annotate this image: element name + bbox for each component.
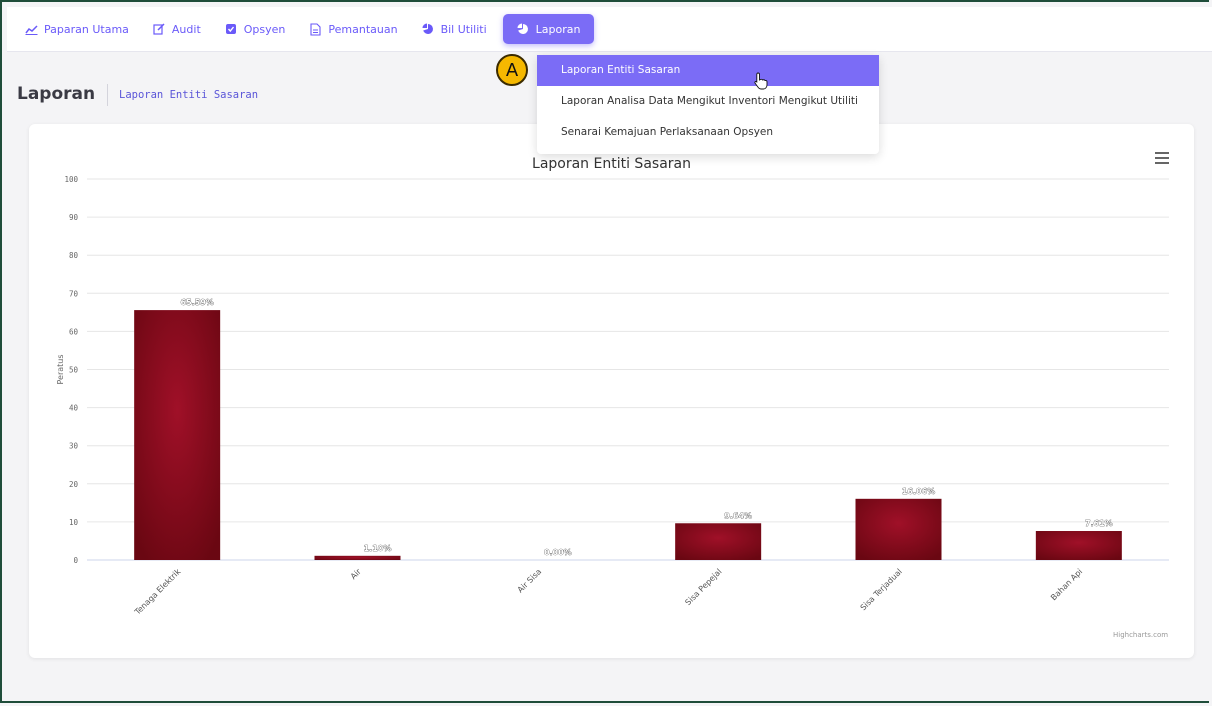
bar (855, 498, 942, 560)
x-tick-label: Sisa Pepejal (683, 567, 723, 607)
bar (675, 523, 762, 560)
page-title: Laporan (17, 84, 96, 104)
line-chart-icon (25, 23, 38, 36)
x-tick-label: Bahan Api (1049, 567, 1084, 602)
chart-title: Laporan Entiti Sasaran (532, 156, 691, 172)
data-label: 9.64% (724, 511, 752, 520)
nav-label: Pemantauan (328, 22, 398, 36)
bar (1035, 531, 1122, 560)
annotation-marker: A (496, 54, 528, 86)
data-label: 0.00% (544, 548, 572, 557)
nav-label: Audit (171, 22, 201, 36)
y-tick-label: 100 (64, 175, 78, 184)
hand-cursor-icon (754, 72, 768, 94)
breadcrumb: Laporan Entiti Sasaran (119, 89, 259, 101)
bar (134, 310, 221, 560)
y-axis-title: Peratus (56, 354, 65, 384)
chart-card: 0 10 20 30 40 50 60 70 80 90 100 Peratus 65.59% Tenag… (29, 124, 1194, 658)
x-tick-label: Air (349, 567, 364, 582)
nav-label: Opsyen (243, 22, 286, 36)
nav-pemantauan[interactable]: Pemantauan (301, 14, 405, 44)
nav-label: Paparan Utama (44, 22, 129, 36)
nav-laporan[interactable]: Laporan (502, 14, 595, 44)
nav-paparan-utama[interactable]: Paparan Utama (17, 14, 137, 44)
menu-item-laporan-entiti-sasaran[interactable]: Laporan Entiti Sasaran (537, 55, 879, 86)
menu-item-laporan-analisa-data[interactable]: Laporan Analisa Data Mengikut Inventori … (537, 86, 879, 117)
y-tick-label: 80 (69, 251, 79, 260)
document-icon (309, 22, 322, 36)
title-divider (107, 84, 108, 106)
data-label: 16.06% (902, 487, 935, 496)
bar-chart: 0 10 20 30 40 50 60 70 80 90 100 Peratus 65.59% Tenag… (56, 175, 1169, 618)
menu-item-senarai-kemajuan[interactable]: Senarai Kemajuan Perlaksanaan Opsyen (537, 117, 879, 148)
hamburger-icon (1155, 152, 1169, 154)
y-tick-label: 0 (73, 556, 78, 565)
data-label: 7.61% (1085, 519, 1113, 528)
nav-bil-utiliti[interactable]: Bil Utiliti (414, 14, 495, 44)
bar (314, 555, 401, 560)
nav-label: Bil Utiliti (440, 22, 487, 36)
pie-chart-icon (422, 23, 435, 36)
y-tick-label: 10 (69, 518, 79, 527)
nav-opsyen[interactable]: Opsyen (217, 14, 294, 44)
laporan-dropdown-menu: Laporan Entiti Sasaran Laporan Analisa D… (537, 55, 879, 154)
y-tick-label: 50 (69, 366, 79, 375)
data-label: 65.59% (181, 298, 214, 307)
nav-label: Laporan (535, 22, 581, 36)
y-tick-label: 30 (69, 442, 79, 451)
data-label: 1.10% (364, 544, 392, 553)
pie-chart-icon (517, 23, 530, 36)
y-tick-label: 40 (69, 404, 79, 413)
edit-icon (153, 23, 166, 36)
x-tick-label: Tenaga Elektrik (132, 567, 183, 618)
y-tick-label: 60 (69, 327, 79, 336)
y-tick-label: 90 (69, 213, 79, 222)
x-tick-label: Air Sisa (516, 567, 544, 595)
top-navigation: Paparan Utama Audit Opsyen Pemantauan Bi… (7, 7, 1212, 52)
chart-credits[interactable]: Highcharts.com (1113, 631, 1168, 639)
chart-menu-button[interactable] (1155, 152, 1169, 164)
y-tick-label: 70 (69, 289, 79, 298)
y-tick-label: 20 (69, 480, 79, 489)
nav-audit[interactable]: Audit (145, 14, 209, 44)
checkbox-icon (225, 23, 238, 36)
x-tick-label: Sisa Terjadual (859, 567, 904, 612)
